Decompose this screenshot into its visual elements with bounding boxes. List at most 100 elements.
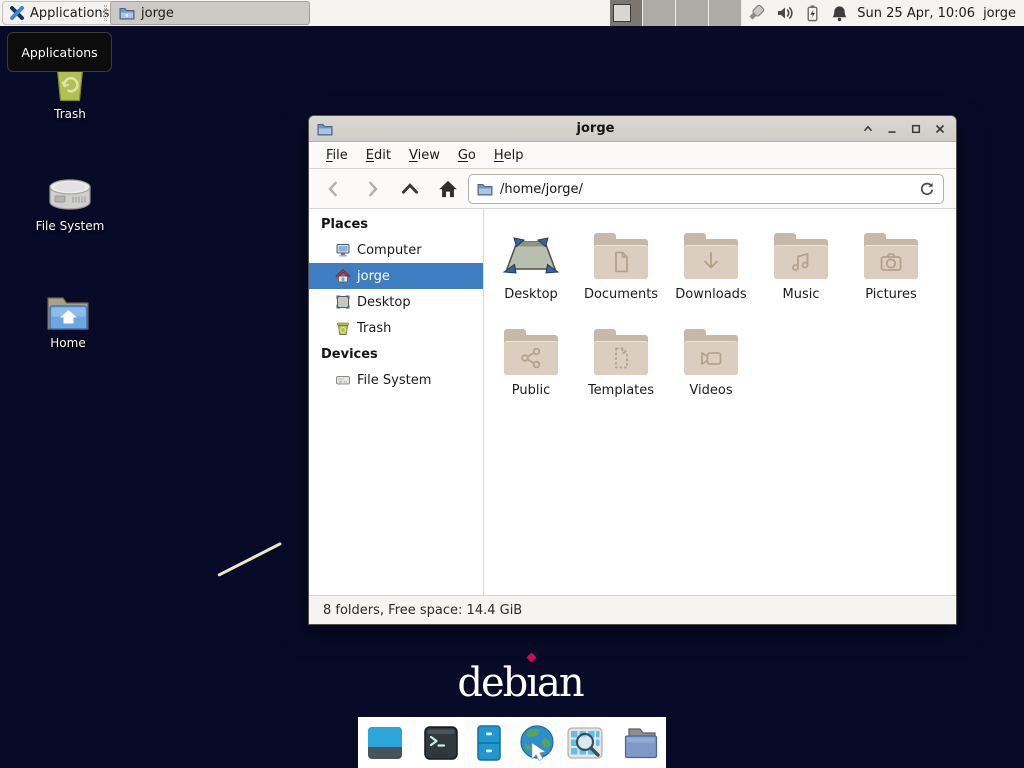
desktop-special-icon (502, 221, 560, 279)
taskbar-window-button[interactable]: jorge (110, 1, 310, 25)
menubar: File Edit View Go Help (309, 142, 956, 169)
file-item-public[interactable]: Public (486, 317, 576, 413)
back-button[interactable] (322, 177, 346, 201)
folder-icon (864, 239, 918, 279)
desktop-icon-label: Home (23, 336, 113, 350)
panel-separator-handle[interactable] (104, 5, 107, 21)
statusbar: 8 folders, Free space: 14.4 GiB (309, 595, 956, 624)
logo-text: ı (526, 660, 537, 706)
sidebar-item-label: Desktop (357, 295, 411, 310)
folder-icon (594, 335, 648, 375)
panel-clock[interactable]: Sun 25 Apr, 10:06 (857, 6, 975, 21)
path-folder-icon (477, 181, 493, 197)
file-label: Music (783, 287, 820, 302)
folder-icon (774, 239, 828, 279)
sidebar-item-label: Trash (357, 321, 391, 336)
menu-view[interactable]: View (400, 144, 449, 167)
toolbar: /home/jorge/ (309, 169, 956, 209)
up-button[interactable] (398, 177, 422, 201)
app-finder-icon[interactable] (565, 723, 605, 763)
workspace-3[interactable] (676, 0, 709, 26)
applications-menu-button[interactable]: Applications (2, 1, 119, 25)
web-browser-globe-icon[interactable] (517, 723, 557, 763)
file-label: Desktop (504, 287, 558, 302)
panel-username[interactable]: jorge (983, 6, 1016, 21)
sidebar-item-computer[interactable]: Computer (309, 237, 483, 263)
workspace-pager[interactable] (610, 0, 742, 26)
desktop-icon-home[interactable]: Home (23, 292, 113, 350)
bottom-dock (358, 717, 666, 768)
applications-menu-label: Applications (30, 6, 109, 21)
sidebar-devices-header: Devices (309, 341, 483, 367)
logo-text: an (537, 660, 583, 706)
minimize-button[interactable] (882, 119, 902, 139)
sidebar: Places Computer (309, 209, 484, 595)
titlebar[interactable]: jorge (309, 116, 956, 142)
folder-icon (119, 5, 135, 21)
terminal-icon[interactable] (421, 723, 461, 763)
sidebar-item-file-system[interactable]: File System (309, 367, 483, 393)
file-item-documents[interactable]: Documents (576, 221, 666, 317)
trash-icon (335, 320, 351, 336)
reload-icon[interactable] (919, 181, 935, 197)
taskbar-window-label: jorge (141, 6, 174, 21)
statusbar-text: 8 folders, Free space: 14.4 GiB (323, 603, 522, 618)
file-label: Documents (584, 287, 658, 302)
file-label: Pictures (865, 287, 916, 302)
file-view[interactable]: Desktop Documents (484, 209, 956, 595)
file-item-videos[interactable]: Videos (666, 317, 756, 413)
path-text[interactable]: /home/jorge/ (500, 182, 912, 197)
file-item-pictures[interactable]: Pictures (846, 221, 936, 317)
location-bar[interactable]: /home/jorge/ (468, 174, 944, 204)
file-item-desktop[interactable]: Desktop (486, 221, 576, 317)
desktop-preferences-icon[interactable] (365, 723, 405, 763)
file-label: Videos (689, 383, 732, 398)
workspace-4[interactable] (709, 0, 742, 26)
sidebar-item-label: File System (357, 373, 431, 388)
workspace-2[interactable] (643, 0, 676, 26)
maximize-button[interactable] (906, 119, 926, 139)
file-item-music[interactable]: Music (756, 221, 846, 317)
close-button[interactable] (930, 119, 950, 139)
battery-icon[interactable] (803, 4, 822, 23)
desktop-icon-label: Trash (25, 107, 115, 121)
menu-help[interactable]: Help (485, 144, 533, 167)
notifications-bell-icon[interactable] (830, 4, 849, 23)
menu-go[interactable]: Go (449, 144, 485, 167)
file-label: Templates (588, 383, 654, 398)
window-folder-icon (317, 121, 333, 137)
menu-edit[interactable]: Edit (357, 144, 400, 167)
window-content: Places Computer (309, 209, 956, 595)
sidebar-item-label: Computer (357, 243, 422, 258)
sidebar-item-trash[interactable]: Trash (309, 315, 483, 341)
home-icon (335, 268, 351, 284)
file-manager-window: jorge File Edit View Go Help (308, 115, 957, 625)
desktop-icon-label: File System (25, 219, 115, 233)
directory-menu-folder-icon[interactable] (621, 723, 661, 763)
folder-icon (594, 239, 648, 279)
desktop-icon-file-system[interactable]: File System (25, 175, 115, 233)
file-cabinet-icon[interactable] (469, 723, 509, 763)
home-button[interactable] (436, 177, 460, 201)
file-item-downloads[interactable]: Downloads (666, 221, 756, 317)
logo-text: deb (457, 660, 526, 706)
workspace-1[interactable] (610, 0, 643, 26)
file-item-templates[interactable]: Templates (576, 317, 666, 413)
folder-icon (684, 239, 738, 279)
desktop-icon (335, 294, 351, 310)
window-title: jorge (333, 121, 858, 136)
drive-icon (25, 175, 115, 215)
removable-media-icon[interactable] (745, 2, 767, 24)
volume-icon[interactable] (775, 3, 795, 23)
folder-icon (684, 335, 738, 375)
sidebar-item-desktop[interactable]: Desktop (309, 289, 483, 315)
menu-file[interactable]: File (317, 144, 357, 167)
sidebar-item-jorge[interactable]: jorge (309, 263, 483, 289)
file-label: Public (512, 383, 550, 398)
desktop-artifact-line (217, 542, 282, 577)
applications-tooltip: Applications (7, 32, 112, 72)
shade-button[interactable] (858, 119, 878, 139)
sidebar-item-label: jorge (357, 269, 390, 284)
forward-button[interactable] (360, 177, 384, 201)
folder-icon (504, 335, 558, 375)
